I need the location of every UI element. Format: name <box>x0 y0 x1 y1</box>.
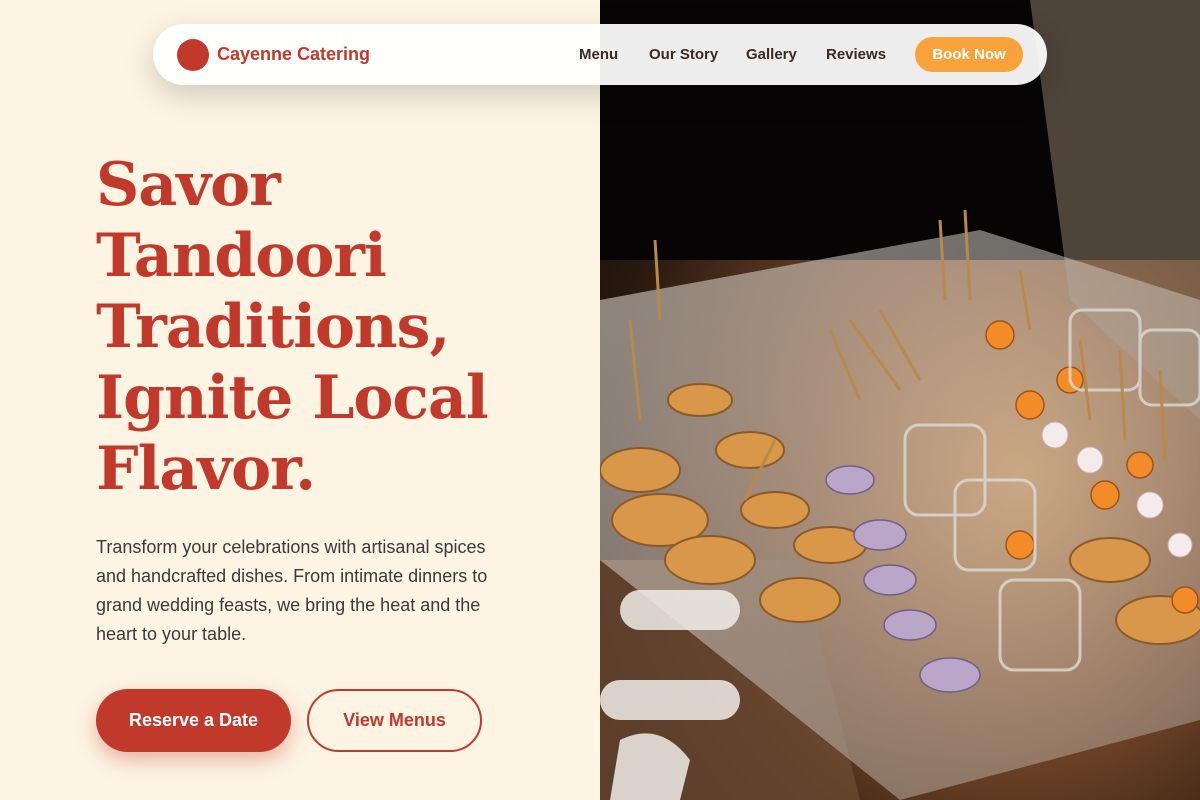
hero-headline: Savor Tandoori Traditions, Ignite Local … <box>96 150 576 505</box>
red-circle-logo-icon[interactable] <box>177 39 209 71</box>
headline-line-5: Flavor. <box>96 434 316 504</box>
hero-image <box>600 0 1200 800</box>
hero-description: Transform your celebrations with artisan… <box>96 537 488 644</box>
headline-line-4: Ignite Local <box>96 363 489 433</box>
headline-line-2: Tandoori <box>96 221 387 291</box>
nav-link-gallery[interactable]: Gallery <box>746 46 797 63</box>
brand-name[interactable]: Cayenne Catering <box>217 44 370 65</box>
headline-line-1: Savor <box>96 150 281 220</box>
appetizer-platter-illustration <box>600 0 1200 800</box>
top-navigation: Cayenne Catering Menu Our Story Gallery … <box>153 24 1047 85</box>
headline-line-3: Traditions, <box>96 292 450 362</box>
nav-link-menu[interactable]: Menu <box>579 46 618 63</box>
reserve-date-button[interactable]: Reserve a Date <box>96 689 291 752</box>
book-now-button[interactable]: Book Now <box>915 37 1023 72</box>
nav-link-our-story[interactable]: Our Story <box>649 46 718 63</box>
view-menus-button[interactable]: View Menus <box>307 689 482 752</box>
nav-link-reviews[interactable]: Reviews <box>826 46 886 63</box>
